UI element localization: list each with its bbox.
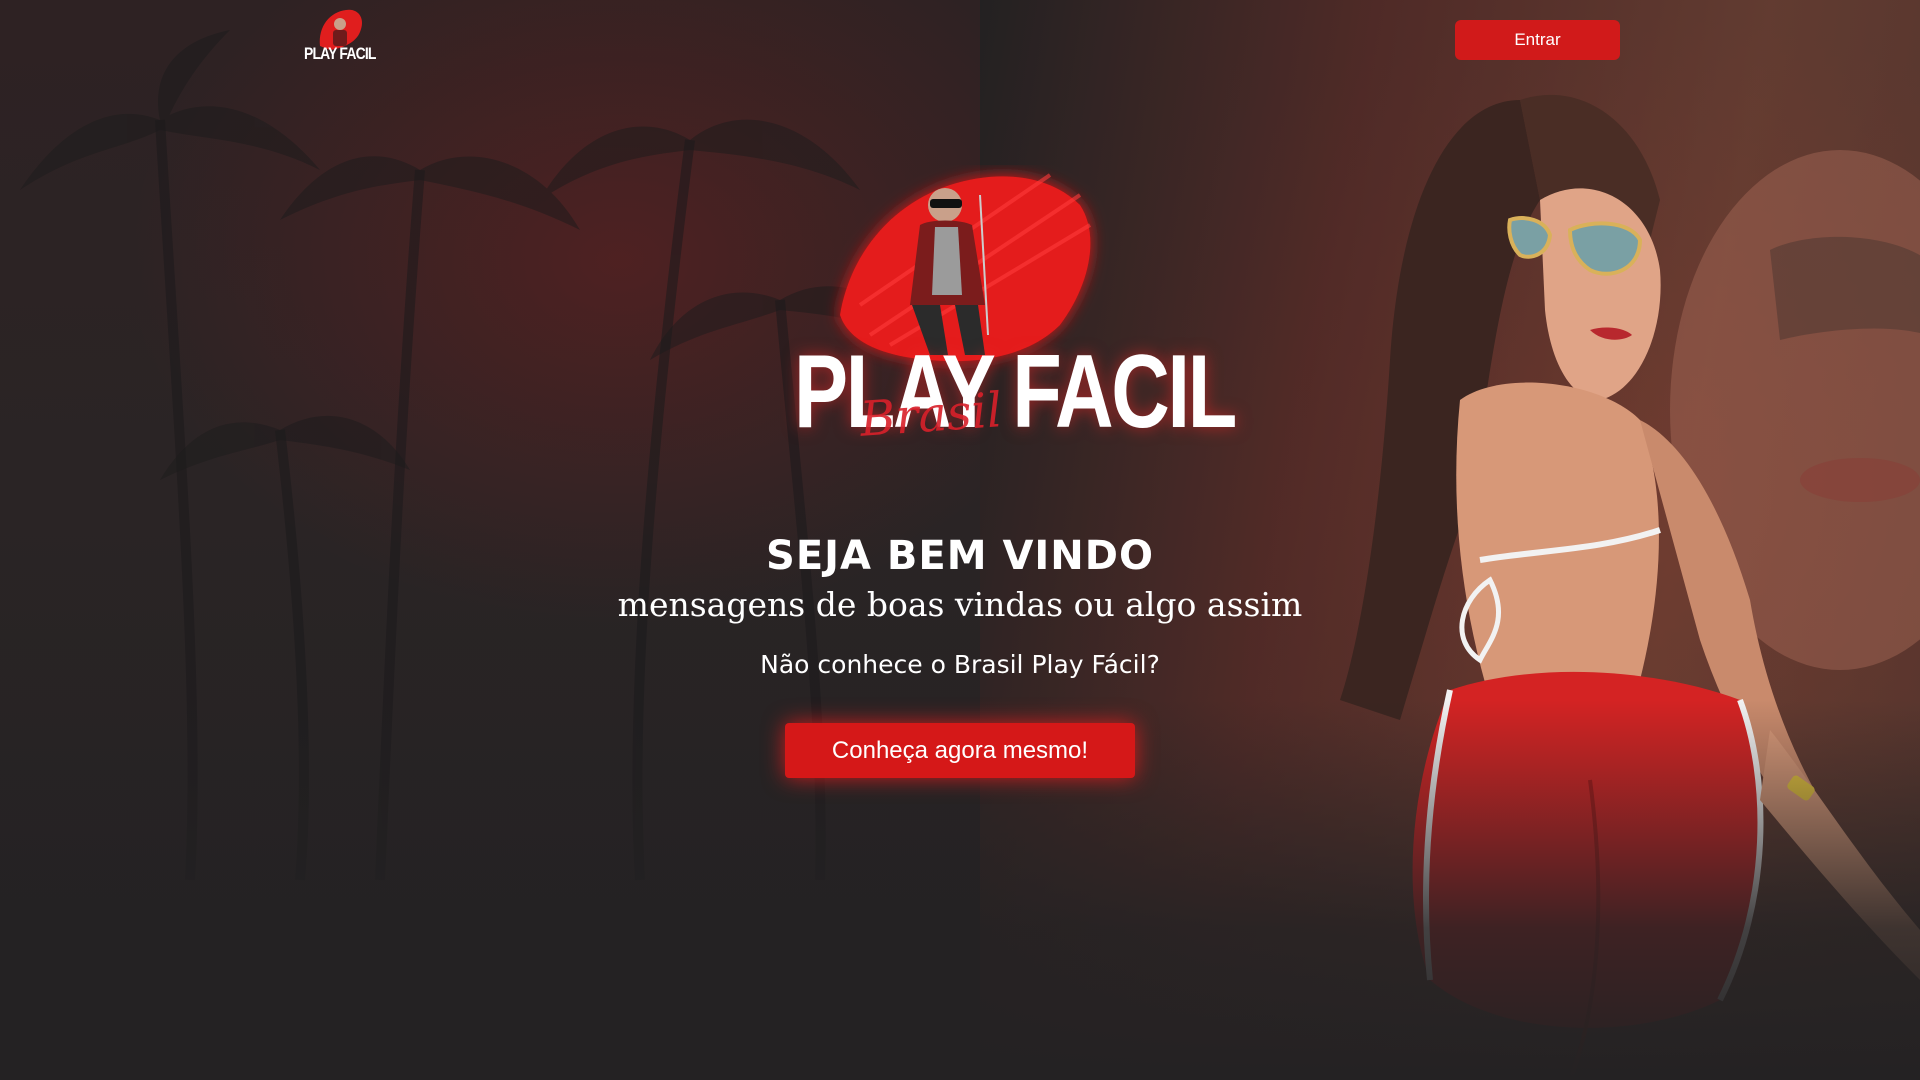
header-logo-text: PLAY FACIL [304, 44, 376, 63]
welcome-subtitle: mensagens de boas vindas ou algo assim [617, 585, 1303, 624]
landing-page: PLAY FACIL Entrar PLAY FACIL Brasil SEJA… [0, 0, 1920, 1080]
welcome-title: SEJA BEM VINDO [766, 533, 1154, 579]
login-button[interactable]: Entrar [1455, 20, 1620, 60]
header-logo[interactable]: PLAY FACIL [300, 6, 382, 70]
hero-logo-script: Brasil [858, 382, 1004, 448]
hero-logo: PLAY FACIL Brasil [780, 165, 1237, 465]
intro-question: Não conhece o Brasil Play Fácil? [760, 650, 1160, 679]
discover-now-button[interactable]: Conheça agora mesmo! [785, 723, 1135, 778]
